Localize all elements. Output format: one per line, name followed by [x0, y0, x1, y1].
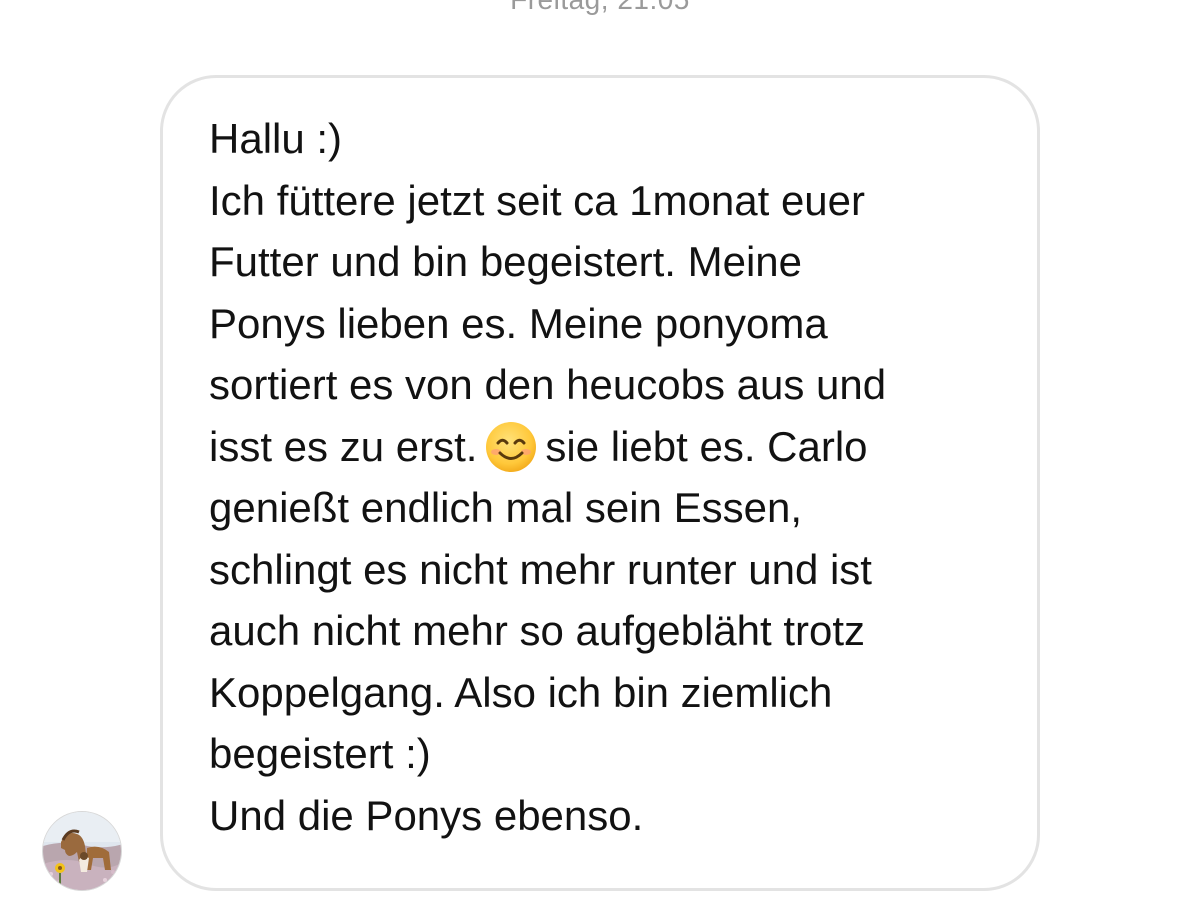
- message-text: Hallu :) Ich füttere jetzt seit ca 1mona…: [209, 108, 1009, 846]
- message-line: Ich füttere jetzt seit ca 1monat euer: [209, 176, 866, 224]
- message-line-part: sie liebt es. Carlo: [545, 422, 868, 470]
- message-line: Futter und bin begeistert. Meine: [209, 238, 803, 285]
- sender-avatar[interactable]: [42, 811, 122, 891]
- message-line: schlingt es nicht mehr runter und ist: [209, 545, 872, 593]
- message-timestamp: Freitag, 21:05: [0, 0, 1200, 16]
- message-line: genießt endlich mal sein Essen,: [209, 484, 802, 531]
- message-line: Koppelgang. Also ich bin ziemlich: [209, 668, 833, 716]
- message-line: sortiert es von den heucobs aus und: [209, 361, 887, 408]
- horse-photo-avatar-icon: [43, 812, 121, 890]
- message-line: Und die Ponys ebenso.: [209, 791, 644, 839]
- message-line-part: isst es zu erst.: [209, 422, 478, 470]
- message-line-with-emoji: isst es zu erst. sie liebt es. Carlo: [209, 416, 1009, 478]
- smiling-face-emoji-icon: [483, 421, 539, 473]
- message-line: begeistert :): [209, 730, 431, 777]
- message-line: Ponys lieben es. Meine ponyoma: [209, 299, 828, 347]
- message-line: auch nicht mehr so aufgebläht trotz: [209, 607, 866, 654]
- message-line: Hallu :): [209, 115, 343, 162]
- message-bubble[interactable]: Hallu :) Ich füttere jetzt seit ca 1mona…: [160, 75, 1040, 891]
